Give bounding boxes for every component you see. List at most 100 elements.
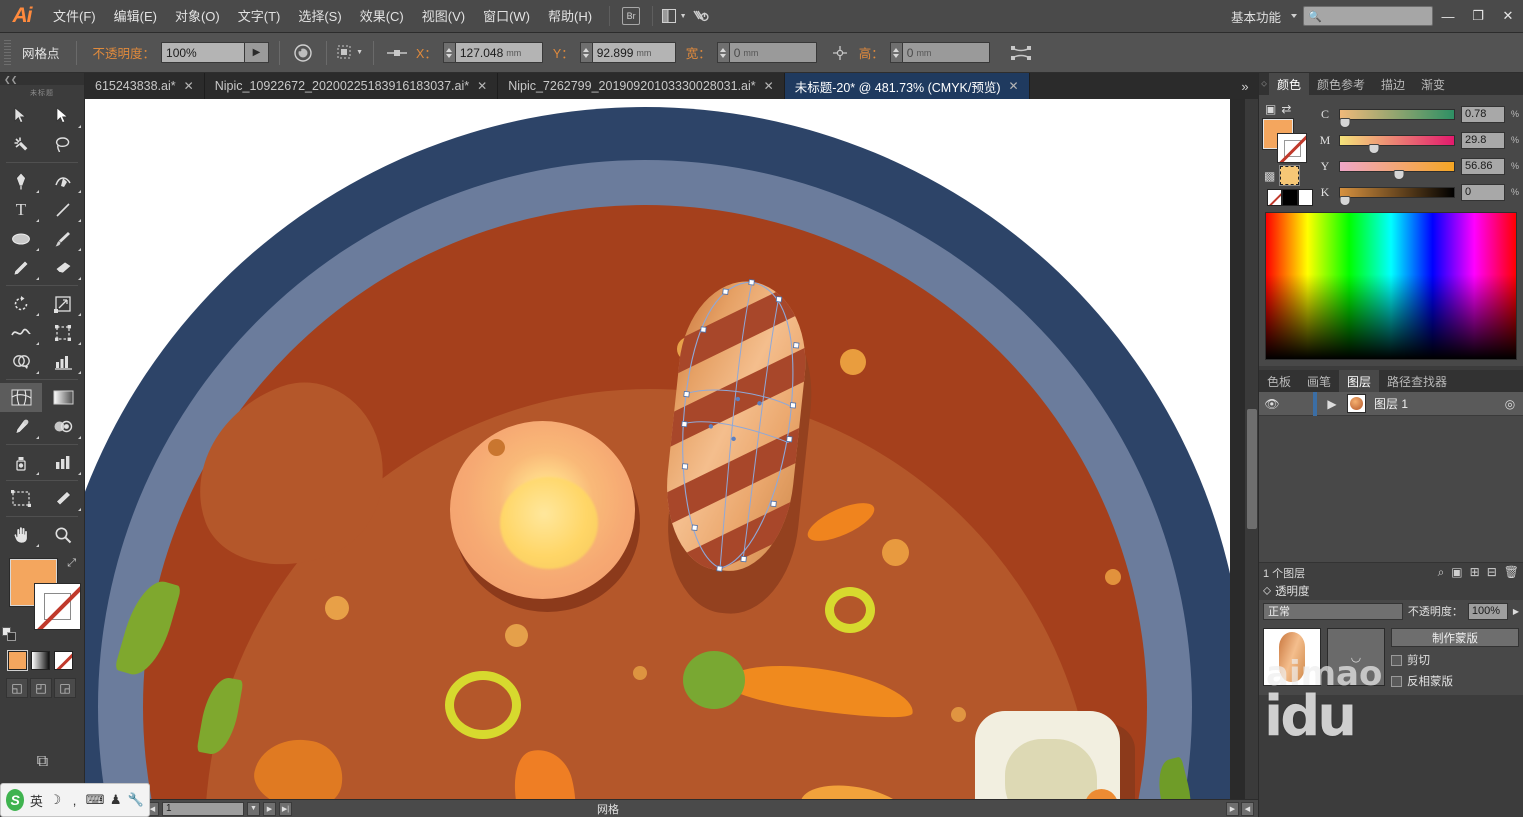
locate-object-icon[interactable]: ⌕ xyxy=(1438,565,1445,580)
blend-tool[interactable] xyxy=(42,412,84,441)
document-tab-2[interactable]: Nipic_10922672_20200225183916183037.ai* … xyxy=(204,73,499,99)
line-segment-tool[interactable] xyxy=(42,195,84,224)
width-tool[interactable] xyxy=(0,318,42,347)
transform-icon[interactable] xyxy=(384,41,410,65)
menu-view[interactable]: 视图(V) xyxy=(413,0,474,33)
tab-gradient[interactable]: 渐变 xyxy=(1413,73,1454,95)
sogou-logo-icon[interactable]: S xyxy=(6,789,25,811)
symbol-sprayer-tool[interactable] xyxy=(0,448,42,477)
slice-tool[interactable] xyxy=(42,484,84,513)
search-input[interactable]: 🔍 xyxy=(1303,6,1433,26)
x-input[interactable]: 127.048 mm xyxy=(454,42,543,63)
eraser-tool[interactable] xyxy=(42,253,84,282)
magic-wand-tool[interactable] xyxy=(0,130,42,159)
y-input[interactable]: 92.899 mm xyxy=(591,42,676,63)
canvas-area[interactable] xyxy=(85,99,1258,817)
make-clipping-mask-icon[interactable]: ▣ xyxy=(1451,565,1462,580)
new-sublayer-icon[interactable]: ⊞ xyxy=(1470,565,1480,580)
height-input[interactable]: 0 mm xyxy=(901,42,990,63)
artboard-number-field[interactable]: 1 xyxy=(162,801,244,816)
free-transform-tool[interactable] xyxy=(42,318,84,347)
gradient-mode-button[interactable] xyxy=(31,651,50,670)
direct-selection-tool[interactable] xyxy=(42,101,84,130)
mesh-tool[interactable] xyxy=(0,383,42,412)
width-stepper[interactable] xyxy=(716,42,729,63)
selection-tool[interactable] xyxy=(0,101,42,130)
lasso-tool[interactable] xyxy=(42,130,84,159)
artboard[interactable] xyxy=(85,99,1230,799)
normal-screen-mode-button[interactable]: ◱ xyxy=(6,678,28,698)
blend-mode-select[interactable]: 正常 xyxy=(1263,602,1403,620)
disclosure-triangle-icon[interactable]: ▶ xyxy=(1321,397,1343,411)
canvas-vertical-scrollbar[interactable] xyxy=(1244,99,1258,803)
quick-none-swatch[interactable] xyxy=(1267,189,1283,206)
close-icon[interactable]: ✕ xyxy=(1009,79,1019,93)
envelope-distort-icon[interactable] xyxy=(1008,41,1034,65)
last-artboard-button[interactable]: ▶| xyxy=(279,801,292,816)
control-bar-grip[interactable] xyxy=(4,39,11,66)
align-icon[interactable]: ▼ xyxy=(337,41,363,65)
wrench-icon[interactable]: 🔧 xyxy=(128,792,144,808)
chevron-down-icon[interactable] xyxy=(1291,14,1297,18)
zoom-tool[interactable] xyxy=(42,520,84,549)
scale-tool[interactable] xyxy=(42,289,84,318)
menu-help[interactable]: 帮助(H) xyxy=(539,0,601,33)
menu-edit[interactable]: 编辑(E) xyxy=(105,0,166,33)
full-screen-menu-mode-button[interactable]: ◰ xyxy=(30,678,52,698)
menu-object[interactable]: 对象(O) xyxy=(166,0,229,33)
quick-white-swatch[interactable] xyxy=(1297,189,1313,206)
document-tab-4-active[interactable]: 未标题-20* @ 481.73% (CMYK/预览) ✕ xyxy=(784,73,1030,99)
solid-color-mode-button[interactable] xyxy=(7,650,28,671)
tab-color-guide[interactable]: 颜色参考 xyxy=(1309,73,1374,95)
menu-file[interactable]: 文件(F) xyxy=(44,0,105,33)
transparency-opacity-stepper-icon[interactable]: ▶ xyxy=(1513,607,1519,616)
pen-tool[interactable] xyxy=(0,166,42,195)
delete-layer-icon[interactable]: 🗑 xyxy=(1504,565,1519,580)
link-proportions-icon[interactable] xyxy=(827,41,853,65)
tools-panel-grip[interactable]: ❮❮ xyxy=(0,73,84,85)
close-icon[interactable]: ✕ xyxy=(477,79,487,93)
bridge-icon[interactable]: Br xyxy=(618,5,644,27)
channel-value-c[interactable]: 0.78 xyxy=(1461,105,1505,123)
default-fill-stroke-icon[interactable] xyxy=(2,627,16,641)
transparency-panel-grip[interactable]: ⬦ xyxy=(1263,585,1271,598)
hand-tool[interactable] xyxy=(0,520,42,549)
scrollbar-thumb[interactable] xyxy=(1247,409,1257,529)
column-graph-tool[interactable] xyxy=(42,448,84,477)
rotate-tool[interactable] xyxy=(0,289,42,318)
eyedropper-tool[interactable] xyxy=(0,412,42,441)
ellipse-tool[interactable] xyxy=(0,224,42,253)
status-arrow-left-icon[interactable]: ◀ xyxy=(1241,801,1254,816)
edit-toolbar-icon[interactable]: ⧉ xyxy=(37,753,48,771)
full-screen-mode-button[interactable]: ◲ xyxy=(54,678,76,698)
document-tab-1[interactable]: 615243838.ai* ✕ xyxy=(85,73,205,99)
channel-slider-m[interactable] xyxy=(1339,134,1455,154)
menu-select[interactable]: 选择(S) xyxy=(289,0,350,33)
tab-brushes[interactable]: 画笔 xyxy=(1299,370,1340,392)
transparency-opacity-input[interactable]: 100% xyxy=(1467,602,1508,620)
channel-value-k[interactable]: 0 xyxy=(1461,183,1505,201)
menu-window[interactable]: 窗口(W) xyxy=(474,0,539,33)
x-stepper[interactable] xyxy=(442,42,455,63)
type-tool[interactable]: T xyxy=(0,195,42,224)
clip-checkbox-row[interactable]: 剪切 xyxy=(1391,652,1519,668)
next-artboard-button[interactable]: ▶ xyxy=(263,801,276,816)
close-icon[interactable]: ✕ xyxy=(184,79,194,93)
height-stepper[interactable] xyxy=(889,42,902,63)
document-tab-3[interactable]: Nipic_7262799_20190920103330028031.ai* ✕ xyxy=(498,73,785,99)
current-color-chip[interactable] xyxy=(1279,165,1301,186)
opacity-input[interactable]: 100% xyxy=(161,42,246,63)
shape-builder-tool[interactable] xyxy=(0,347,42,376)
tab-swatches[interactable]: 色板 xyxy=(1259,370,1300,392)
tab-stroke[interactable]: 描边 xyxy=(1373,73,1414,95)
curvature-tool[interactable] xyxy=(42,166,84,195)
restore-button[interactable]: ❐ xyxy=(1463,0,1493,33)
tab-overflow-icon[interactable]: » xyxy=(1232,73,1258,99)
object-thumbnail[interactable] xyxy=(1263,628,1321,686)
none-mode-button[interactable] xyxy=(54,651,73,670)
swap-colors-icon[interactable]: ⇄ xyxy=(1281,102,1291,116)
recolor-artwork-icon[interactable] xyxy=(290,41,316,65)
tab-color[interactable]: 颜色 xyxy=(1269,73,1310,95)
clip-checkbox[interactable] xyxy=(1391,654,1402,666)
close-icon[interactable]: ✕ xyxy=(764,79,774,93)
